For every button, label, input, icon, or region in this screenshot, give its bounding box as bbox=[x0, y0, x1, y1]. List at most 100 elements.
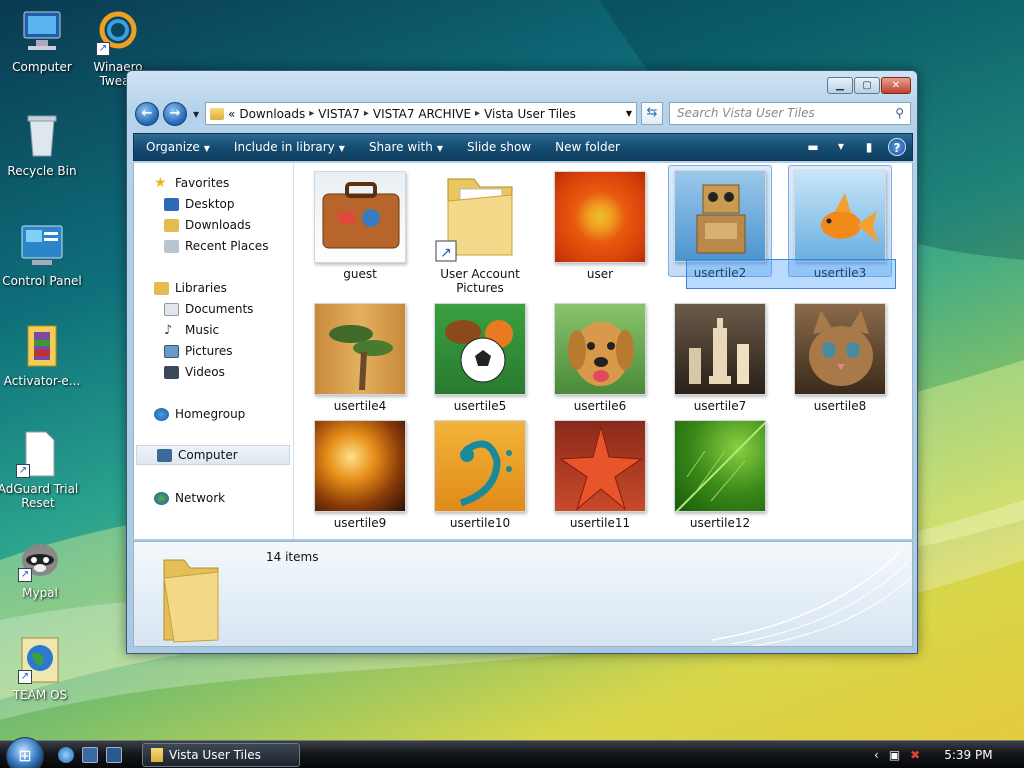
nav-downloads[interactable]: Downloads bbox=[134, 215, 292, 235]
file-item[interactable]: usertile7 bbox=[668, 295, 772, 413]
breadcrumb-item-vista7[interactable]: VISTA7 bbox=[318, 107, 360, 121]
chevron-right-icon[interactable]: ▸ bbox=[309, 108, 314, 119]
nav-videos[interactable]: Videos bbox=[134, 362, 292, 382]
window-controls: ▁ ▢ ✕ bbox=[827, 77, 911, 94]
file-item[interactable]: usertile11 bbox=[548, 412, 652, 530]
suitcase-thumbnail bbox=[314, 171, 406, 263]
breadcrumb-item-downloads[interactable]: Downloads bbox=[239, 107, 305, 121]
file-item[interactable]: user bbox=[548, 163, 652, 281]
goldfish-thumbnail bbox=[794, 170, 886, 262]
nav-homegroup[interactable]: Homegroup bbox=[134, 404, 292, 424]
desktop-icon-adguard-reset[interactable]: ↗ AdGuard Trial Reset bbox=[0, 430, 80, 510]
winaero-tweaker-icon: ↗ bbox=[94, 8, 142, 56]
internet-explorer-icon[interactable] bbox=[58, 747, 74, 763]
kitten-thumbnail bbox=[794, 303, 886, 395]
taskbar-item-vista-user-tiles[interactable]: Vista User Tiles bbox=[142, 743, 300, 767]
refresh-button[interactable]: ⇆ bbox=[641, 102, 663, 125]
minimize-button[interactable]: ▁ bbox=[827, 77, 853, 94]
chevron-down-icon: ▼ bbox=[203, 144, 210, 153]
breadcrumb-overflow[interactable]: « bbox=[228, 107, 235, 121]
address-bar[interactable]: « Downloads ▸ VISTA7 ▸ VISTA7 ARCHIVE ▸ … bbox=[205, 102, 637, 125]
bass-clef-thumbnail bbox=[434, 420, 526, 512]
start-button[interactable]: ⊞ bbox=[6, 737, 44, 768]
toolbar-right-group: ▬ ▼ ▮ ? bbox=[804, 138, 906, 156]
forward-button[interactable]: → bbox=[163, 102, 187, 126]
computer-icon bbox=[18, 8, 66, 56]
desktop-icon-computer[interactable]: Computer bbox=[0, 8, 84, 74]
details-pane: 14 items bbox=[133, 541, 913, 647]
clock[interactable]: 5:39 PM bbox=[944, 748, 992, 762]
file-item[interactable]: usertile4 bbox=[308, 295, 412, 413]
taskbar: ⊞ Vista User Tiles ‹ ▣ ✖ 5:39 PM bbox=[0, 737, 1024, 768]
share-with-menu[interactable]: Share with ▼ bbox=[357, 140, 455, 154]
new-folder-button[interactable]: New folder bbox=[543, 140, 632, 154]
folder-item[interactable]: ↗ User Account Pictures bbox=[428, 163, 532, 295]
network-tray-icon[interactable]: ▣ bbox=[889, 748, 900, 762]
desktop-icon-team-os[interactable]: ↗ TEAM OS bbox=[0, 636, 82, 702]
green-leaf-thumbnail bbox=[674, 420, 766, 512]
globe-icon: ↗ bbox=[16, 636, 64, 684]
robot-thumbnail bbox=[674, 170, 766, 262]
desktop-icon-mypal[interactable]: ↗ Mypal bbox=[0, 534, 82, 600]
preview-pane-icon[interactable]: ▮ bbox=[860, 138, 878, 156]
nav-desktop[interactable]: Desktop bbox=[134, 194, 292, 214]
chevron-right-icon[interactable]: ▸ bbox=[364, 108, 369, 119]
documents-icon bbox=[164, 302, 179, 316]
breadcrumb-item-vista7-archive[interactable]: VISTA7 ARCHIVE bbox=[373, 107, 471, 121]
nav-libraries[interactable]: Libraries bbox=[134, 278, 292, 298]
file-item[interactable]: guest bbox=[308, 163, 412, 281]
shortcut-arrow-icon: ↗ bbox=[96, 42, 110, 56]
switch-windows-icon[interactable] bbox=[106, 747, 122, 763]
chevron-down-icon: ▼ bbox=[338, 144, 345, 153]
desktop-icon-activator[interactable]: Activator-e... bbox=[0, 322, 84, 388]
recycle-bin-icon bbox=[18, 112, 66, 160]
breadcrumb-item-vista-user-tiles[interactable]: Vista User Tiles bbox=[484, 107, 576, 121]
search-icon[interactable]: ⚲ bbox=[895, 103, 904, 124]
file-item[interactable]: usertile6 bbox=[548, 295, 652, 413]
nav-music[interactable]: ♪ Music bbox=[134, 320, 292, 340]
search-input[interactable]: Search Vista User Tiles ⚲ bbox=[669, 102, 911, 125]
desktop-icon bbox=[164, 197, 179, 211]
change-view-icon[interactable]: ▬ bbox=[804, 138, 822, 156]
navigation-pane: ★ Favorites Desktop Downloads Recent Pla… bbox=[134, 163, 294, 539]
tray-expand-icon[interactable]: ‹ bbox=[874, 748, 879, 762]
folder-icon bbox=[163, 559, 219, 643]
file-item[interactable]: usertile12 bbox=[668, 412, 772, 530]
chess-thumbnail bbox=[674, 303, 766, 395]
recent-pages-dropdown[interactable]: ▼ bbox=[193, 110, 199, 119]
slide-show-button[interactable]: Slide show bbox=[455, 140, 543, 154]
show-desktop-icon[interactable] bbox=[82, 747, 98, 763]
desktop-icon-recycle-bin[interactable]: Recycle Bin bbox=[0, 112, 84, 178]
file-item[interactable]: usertile5 bbox=[428, 295, 532, 413]
organize-menu[interactable]: Organize ▼ bbox=[134, 140, 222, 154]
control-panel-icon bbox=[18, 222, 66, 270]
system-tray: ‹ ▣ ✖ 5:39 PM bbox=[864, 741, 1024, 768]
desktop-icon-control-panel[interactable]: Control Panel bbox=[0, 222, 84, 288]
nav-computer[interactable]: Computer bbox=[136, 445, 290, 465]
help-icon[interactable]: ? bbox=[888, 138, 906, 156]
content-area: ★ Favorites Desktop Downloads Recent Pla… bbox=[133, 163, 913, 539]
nav-recent-places[interactable]: Recent Places bbox=[134, 236, 292, 256]
orange-flower-thumbnail bbox=[554, 171, 646, 263]
sports-balls-thumbnail bbox=[434, 303, 526, 395]
folder-icon bbox=[151, 748, 163, 762]
nav-pictures[interactable]: Pictures bbox=[134, 341, 292, 361]
videos-icon bbox=[164, 365, 179, 379]
file-item[interactable]: usertile8 bbox=[788, 295, 892, 413]
view-dropdown-icon[interactable]: ▼ bbox=[832, 138, 850, 156]
file-item[interactable]: usertile9 bbox=[308, 412, 412, 530]
file-item[interactable]: usertile10 bbox=[428, 412, 532, 530]
nav-network[interactable]: Network bbox=[134, 488, 292, 508]
chevron-right-icon[interactable]: ▸ bbox=[475, 108, 480, 119]
nav-documents[interactable]: Documents bbox=[134, 299, 292, 319]
back-button[interactable]: ← bbox=[135, 102, 159, 126]
downloads-icon bbox=[164, 218, 179, 232]
address-dropdown-icon[interactable]: ▼ bbox=[626, 109, 632, 118]
volume-muted-icon[interactable]: ✖ bbox=[910, 748, 920, 762]
folder-icon bbox=[210, 107, 224, 120]
maximize-button[interactable]: ▢ bbox=[854, 77, 880, 94]
close-button[interactable]: ✕ bbox=[881, 77, 911, 94]
nav-favorites[interactable]: ★ Favorites bbox=[134, 173, 292, 193]
folder-shortcut-icon: ↗ bbox=[434, 171, 526, 263]
include-in-library-menu[interactable]: Include in library ▼ bbox=[222, 140, 357, 154]
